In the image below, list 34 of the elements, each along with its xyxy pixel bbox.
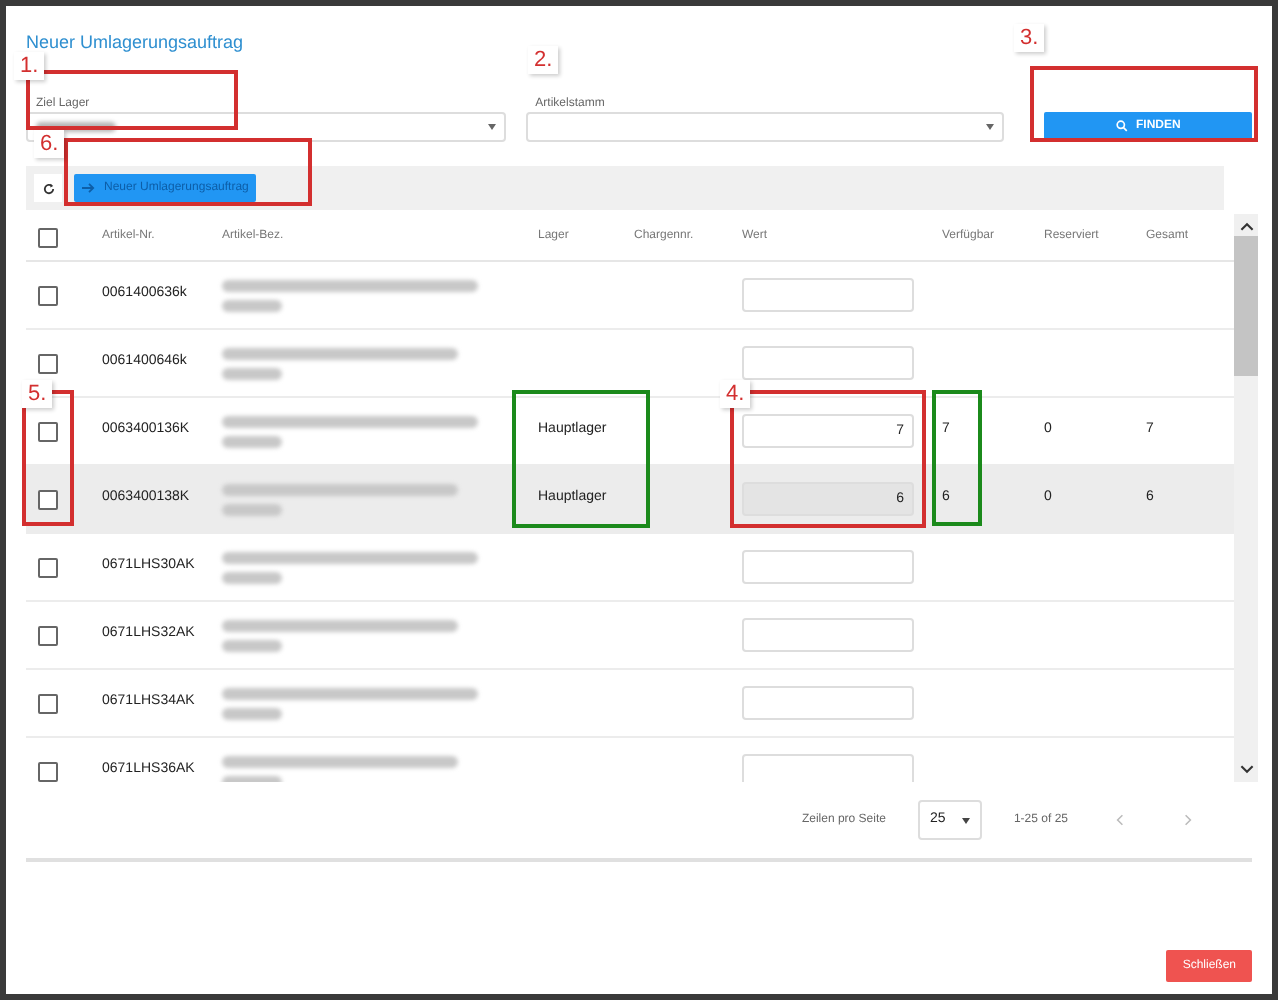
dialog-title: Neuer Umlagerungsauftrag [26,30,244,56]
refresh-button[interactable] [34,174,62,202]
checkbox[interactable] [38,761,58,781]
caret-icon [961,817,970,823]
caret-icon [986,124,995,130]
checkbox[interactable] [38,489,58,509]
scrollbar[interactable] [1234,214,1258,782]
caret-icon [487,124,496,130]
step-number: 5. [22,380,53,408]
checkbox[interactable] [38,227,58,247]
search-icon [1115,120,1128,132]
scrollbar-thumb[interactable] [1234,236,1258,376]
checkbox[interactable] [38,693,58,713]
chevron-down-icon [1239,764,1253,774]
step-number: 3. [1014,24,1045,52]
value-input[interactable] [742,618,914,652]
chevron-up-icon [1239,222,1253,232]
value-input[interactable] [742,278,914,312]
step-number: 6. [34,130,65,158]
step-number: 4. [720,380,751,408]
step-number: 1. [14,52,45,80]
value-input[interactable] [742,550,914,584]
checkbox[interactable] [38,557,58,577]
step-number: 2. [528,46,559,74]
checkbox[interactable] [38,421,58,441]
value-input[interactable] [742,686,914,720]
arrow-icon [82,182,96,194]
refresh-icon [41,181,55,195]
checkbox[interactable] [38,285,58,305]
checkbox[interactable] [38,625,58,645]
checkbox[interactable] [38,353,58,373]
value-input[interactable] [742,754,914,782]
value-input[interactable] [742,346,914,380]
select-field[interactable] [525,112,1005,142]
